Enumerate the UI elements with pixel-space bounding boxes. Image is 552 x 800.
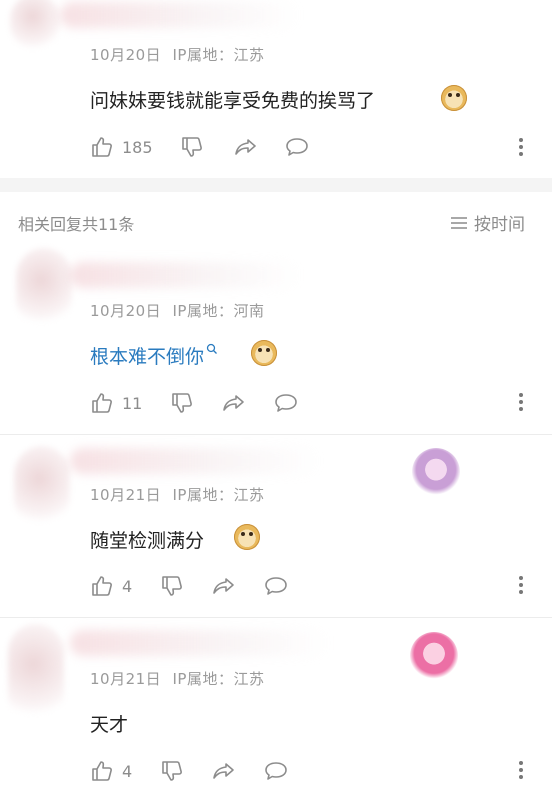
comment-meta: 10月20日 IP属地：江苏 [90,44,264,65]
more-options-icon[interactable] [519,576,523,597]
avatar[interactable] [14,446,70,528]
avatar[interactable] [10,0,60,50]
avatar[interactable] [8,624,64,724]
divider [0,434,552,435]
reply-text: 天才 [90,710,128,737]
thumbs-up-icon [92,393,112,413]
thumbs-up-icon [92,137,112,157]
like-button[interactable]: 4 [90,574,132,598]
reply-text-content: 天才 [90,714,129,736]
reply-text-link[interactable]: 根本难不倒你 [90,342,218,369]
doge-emoji-icon [251,340,277,366]
share-icon [223,395,244,411]
thumbs-down-icon [182,137,202,157]
thumbs-down-icon [162,761,182,781]
avatar[interactable] [16,248,72,328]
thumbs-down-icon [172,393,192,413]
dislike-button[interactable] [180,135,204,159]
comment-date: 10月20日 [90,46,162,64]
dislike-button[interactable] [160,759,184,783]
comment-bubble-icon [286,138,308,156]
username-blurred[interactable] [70,448,320,474]
reply-text-content: 随堂检测满分 [90,530,205,552]
comment-text-content: 问妹妹要钱就能享受免费的挨骂了 [90,90,376,112]
reply-ip: IP属地：河南 [172,302,265,320]
share-button[interactable] [211,759,237,783]
thumbs-down-icon [162,576,182,596]
search-icon [206,343,217,354]
share-icon [213,578,234,594]
reply-button[interactable] [263,759,289,783]
more-options-icon[interactable] [519,761,523,782]
username-blurred[interactable] [60,2,300,28]
share-icon [235,139,256,155]
divider [0,617,552,618]
thumbs-up-icon [92,761,112,781]
like-count: 4 [122,576,133,596]
section-divider [0,178,552,192]
reply-text-content: 根本难不倒你 [90,346,205,368]
doge-emoji-icon [234,524,260,550]
reply-ip: IP属地：江苏 [172,670,265,688]
reply-button[interactable] [263,574,289,598]
like-count: 11 [122,393,143,413]
share-icon [213,763,234,779]
comment-bubble-icon [265,762,287,780]
comment-bubble-icon [275,394,297,412]
like-button[interactable]: 11 [90,391,142,415]
thumbs-up-icon [92,576,112,596]
sort-by-time-button[interactable]: 按时间 [450,210,525,235]
doge-emoji-icon [441,85,467,111]
dislike-button[interactable] [170,391,194,415]
avatar-decoration-sticker-icon [410,632,458,680]
comment-text: 问妹妹要钱就能享受免费的挨骂了 [90,86,375,113]
comment-bubble-icon [265,577,287,595]
dislike-button[interactable] [160,574,184,598]
reply-meta: 10月20日 IP属地：河南 [90,300,264,321]
reply-button[interactable] [284,135,310,159]
reply-date: 10月21日 [90,670,162,688]
reply-meta: 10月21日 IP属地：江苏 [90,484,264,505]
reply-meta: 10月21日 IP属地：江苏 [90,668,264,689]
more-options-icon[interactable] [519,393,523,414]
reply-button[interactable] [273,391,299,415]
more-options-icon[interactable] [519,138,523,159]
like-button[interactable]: 185 [90,135,153,159]
username-blurred[interactable] [70,262,300,288]
share-button[interactable] [211,574,237,598]
like-count: 185 [122,137,153,157]
reply-date: 10月20日 [90,302,162,320]
sort-label: 按时间 [474,215,525,235]
replies-count-title: 相关回复共11条 [18,215,135,234]
avatar-decoration-sticker-icon [412,448,460,496]
share-button[interactable] [221,391,247,415]
reply-ip: IP属地：江苏 [172,486,265,504]
like-count: 4 [122,761,133,781]
list-sort-icon [451,216,467,229]
reply-text: 随堂检测满分 [90,526,204,553]
comment-ip: IP属地：江苏 [172,46,265,64]
reply-date: 10月21日 [90,486,162,504]
username-blurred[interactable] [70,630,330,656]
share-button[interactable] [233,135,259,159]
like-button[interactable]: 4 [90,759,132,783]
